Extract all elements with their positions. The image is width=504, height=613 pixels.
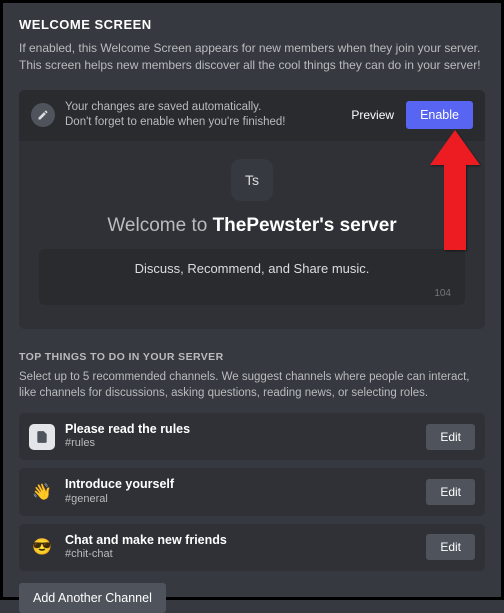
edit-button[interactable]: Edit	[426, 424, 475, 450]
add-channel-button[interactable]: Add Another Channel	[19, 583, 166, 613]
char-count: 104	[53, 288, 451, 299]
welcome-panel: Your changes are saved automatically. Do…	[19, 90, 485, 329]
edit-button[interactable]: Edit	[426, 479, 475, 505]
channel-name: #rules	[65, 437, 416, 451]
channel-item-chitchat: 😎 Chat and make new friends #chit-chat E…	[19, 524, 485, 571]
preview-button[interactable]: Preview	[347, 102, 398, 128]
description-text: Discuss, Recommend, and Share music.	[53, 261, 451, 276]
welcome-prefix: Welcome to	[107, 215, 212, 236]
enable-button[interactable]: Enable	[406, 101, 473, 129]
channel-title: Introduce yourself	[65, 477, 416, 493]
page-subtitle: If enabled, this Welcome Screen appears …	[19, 40, 485, 74]
welcome-heading: Welcome to ThePewster's server	[39, 215, 465, 237]
description-input[interactable]: Discuss, Recommend, and Share music. 104	[39, 249, 465, 305]
rules-icon	[29, 424, 55, 450]
channel-name: #general	[65, 493, 416, 507]
page-title: WELCOME SCREEN	[19, 17, 485, 32]
cool-icon: 😎	[29, 534, 55, 560]
server-avatar: Ts	[231, 159, 273, 201]
save-bar: Your changes are saved automatically. Do…	[19, 90, 485, 141]
top-things-desc: Select up to 5 recommended channels. We …	[19, 369, 485, 401]
top-things-heading: TOP THINGS TO DO IN YOUR SERVER	[19, 351, 485, 363]
server-name: ThePewster's server	[213, 215, 397, 236]
channel-item-general: 👋 Introduce yourself #general Edit	[19, 468, 485, 515]
channel-item-rules: Please read the rules #rules Edit	[19, 413, 485, 460]
channel-name: #chit-chat	[65, 548, 416, 562]
save-bar-text: Your changes are saved automatically. Do…	[65, 100, 337, 131]
edit-button[interactable]: Edit	[426, 534, 475, 560]
wave-icon: 👋	[29, 479, 55, 505]
channel-title: Please read the rules	[65, 422, 416, 438]
save-bar-line1: Your changes are saved automatically.	[65, 100, 337, 116]
pencil-icon	[31, 103, 55, 127]
channel-title: Chat and make new friends	[65, 533, 416, 549]
save-bar-line2: Don't forget to enable when you're finis…	[65, 115, 337, 131]
